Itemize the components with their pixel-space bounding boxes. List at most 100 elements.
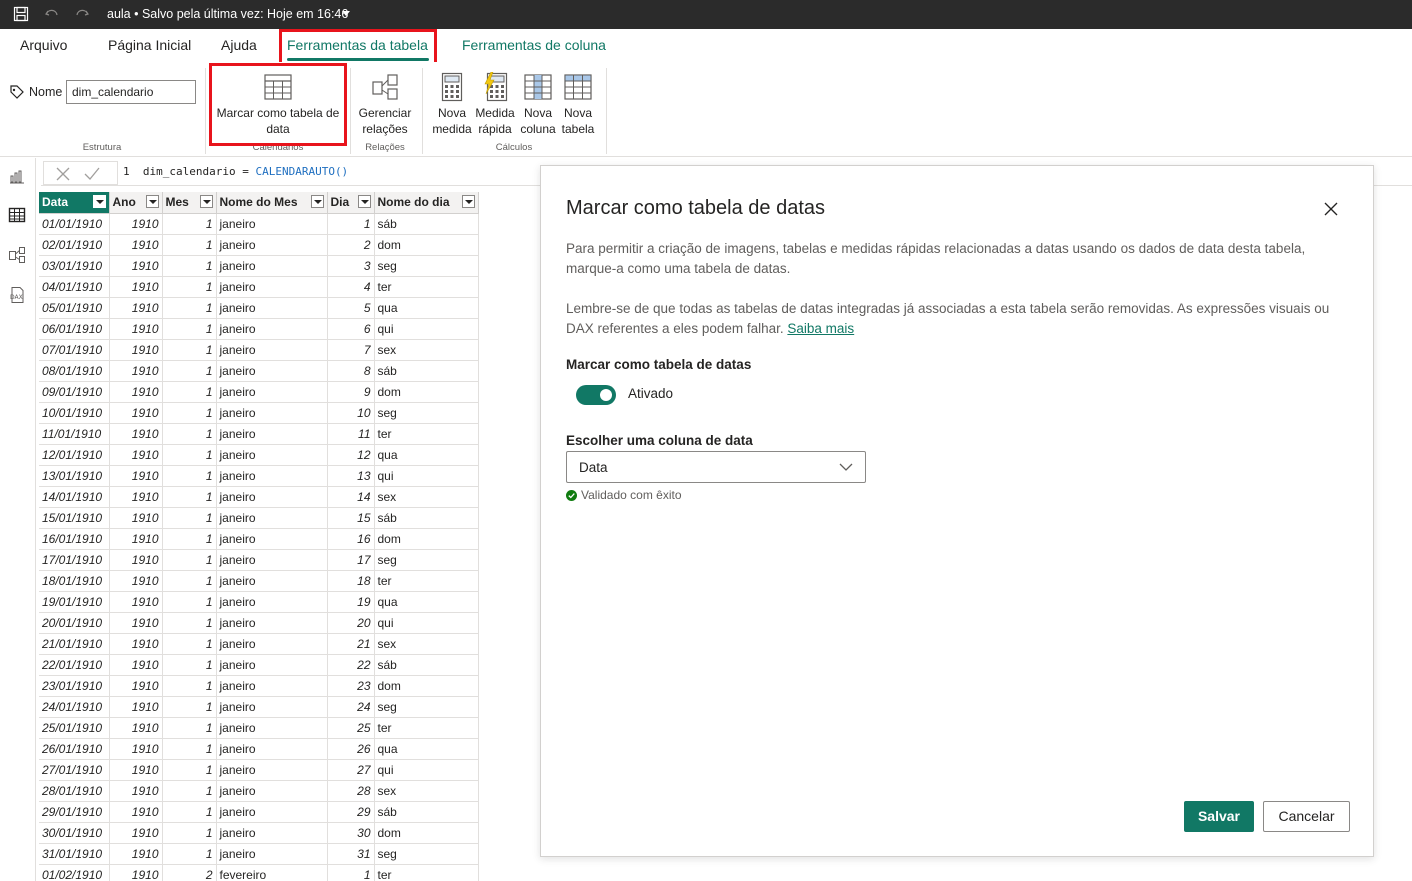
table-cell[interactable]: 1910: [109, 591, 163, 613]
model-view-icon[interactable]: [8, 246, 26, 264]
table-cell[interactable]: janeiro: [216, 570, 328, 592]
table-cell[interactable]: 1910: [109, 759, 163, 781]
table-cell[interactable]: 1: [162, 822, 217, 844]
table-cell[interactable]: 1: [162, 654, 217, 676]
table-cell[interactable]: 19/01/1910: [39, 591, 110, 613]
table-cell[interactable]: sáb: [374, 360, 479, 382]
manage-relationships-button[interactable]: Gerenciar relações: [355, 72, 415, 137]
date-column-select[interactable]: Data: [566, 451, 866, 483]
filter-dropdown-icon[interactable]: [199, 195, 213, 208]
table-cell[interactable]: 27: [327, 759, 375, 781]
table-cell[interactable]: 3: [327, 255, 375, 277]
table-cell[interactable]: 1: [162, 801, 217, 823]
table-cell[interactable]: 1: [162, 465, 217, 487]
table-cell[interactable]: 9: [327, 381, 375, 403]
table-cell[interactable]: 2: [327, 234, 375, 256]
table-cell[interactable]: 1: [162, 780, 217, 802]
table-cell[interactable]: 16/01/1910: [39, 528, 110, 550]
table-cell[interactable]: 20: [327, 612, 375, 634]
table-cell[interactable]: 1: [162, 549, 217, 571]
mark-date-table-toggle[interactable]: [576, 385, 616, 405]
table-cell[interactable]: 17/01/1910: [39, 549, 110, 571]
table-cell[interactable]: qui: [374, 318, 479, 340]
table-cell[interactable]: janeiro: [216, 381, 328, 403]
table-cell[interactable]: janeiro: [216, 822, 328, 844]
filter-dropdown-icon[interactable]: [92, 195, 106, 208]
table-cell[interactable]: 1: [162, 717, 217, 739]
table-cell[interactable]: 03/01/1910: [39, 255, 110, 277]
column-header[interactable]: Nome do dia: [374, 192, 479, 214]
table-cell[interactable]: 24/01/1910: [39, 696, 110, 718]
table-cell[interactable]: 1910: [109, 255, 163, 277]
table-cell[interactable]: 30: [327, 822, 375, 844]
table-cell[interactable]: 12: [327, 444, 375, 466]
table-cell[interactable]: 1910: [109, 507, 163, 529]
table-cell[interactable]: 29/01/1910: [39, 801, 110, 823]
table-cell[interactable]: ter: [374, 423, 479, 445]
table-cell[interactable]: 19: [327, 591, 375, 613]
tab-pagina-inicial[interactable]: Página Inicial: [108, 37, 191, 53]
table-cell[interactable]: janeiro: [216, 549, 328, 571]
table-cell[interactable]: 1910: [109, 549, 163, 571]
filter-dropdown-icon[interactable]: [461, 195, 475, 208]
table-cell[interactable]: 27/01/1910: [39, 759, 110, 781]
table-cell[interactable]: 29: [327, 801, 375, 823]
table-cell[interactable]: 18: [327, 570, 375, 592]
commit-formula-icon[interactable]: [84, 167, 100, 181]
filter-dropdown-icon[interactable]: [357, 195, 371, 208]
table-cell[interactable]: 1: [162, 675, 217, 697]
dax-query-icon[interactable]: DAX: [8, 286, 26, 304]
table-cell[interactable]: 08/01/1910: [39, 360, 110, 382]
table-cell[interactable]: 11/01/1910: [39, 423, 110, 445]
column-header[interactable]: Nome do Mes: [216, 192, 328, 214]
table-cell[interactable]: 1910: [109, 360, 163, 382]
redo-icon[interactable]: [74, 6, 90, 22]
table-cell[interactable]: janeiro: [216, 318, 328, 340]
table-cell[interactable]: qui: [374, 465, 479, 487]
title-dropdown-icon[interactable]: [342, 11, 350, 16]
table-cell[interactable]: 12/01/1910: [39, 444, 110, 466]
table-cell[interactable]: 1910: [109, 780, 163, 802]
table-cell[interactable]: 1: [162, 528, 217, 550]
table-cell[interactable]: 1: [327, 864, 375, 881]
table-cell[interactable]: sex: [374, 339, 479, 361]
filter-dropdown-icon[interactable]: [145, 195, 159, 208]
table-cell[interactable]: 1910: [109, 696, 163, 718]
table-cell[interactable]: janeiro: [216, 780, 328, 802]
table-cell[interactable]: 15/01/1910: [39, 507, 110, 529]
table-cell[interactable]: 1: [162, 696, 217, 718]
table-cell[interactable]: janeiro: [216, 255, 328, 277]
table-cell[interactable]: 07/01/1910: [39, 339, 110, 361]
table-cell[interactable]: 1: [162, 255, 217, 277]
table-cell[interactable]: 13: [327, 465, 375, 487]
column-header[interactable]: Dia: [327, 192, 375, 214]
table-cell[interactable]: 1910: [109, 276, 163, 298]
table-cell[interactable]: dom: [374, 528, 479, 550]
table-cell[interactable]: ter: [374, 276, 479, 298]
table-cell[interactable]: janeiro: [216, 465, 328, 487]
table-cell[interactable]: 1: [162, 402, 217, 424]
table-cell[interactable]: janeiro: [216, 276, 328, 298]
table-cell[interactable]: 21: [327, 633, 375, 655]
table-cell[interactable]: 1: [162, 213, 217, 235]
table-cell[interactable]: 1: [162, 339, 217, 361]
table-name-input[interactable]: dim_calendario: [66, 80, 196, 104]
table-cell[interactable]: 1910: [109, 402, 163, 424]
new-table-button[interactable]: Nova tabela: [558, 72, 598, 137]
table-cell[interactable]: 14/01/1910: [39, 486, 110, 508]
mark-as-date-table-button[interactable]: Marcar como tabela de data: [213, 72, 343, 137]
table-cell[interactable]: janeiro: [216, 759, 328, 781]
table-cell[interactable]: janeiro: [216, 444, 328, 466]
close-icon[interactable]: [1324, 202, 1338, 216]
table-cell[interactable]: sex: [374, 633, 479, 655]
table-cell[interactable]: janeiro: [216, 654, 328, 676]
table-cell[interactable]: 30/01/1910: [39, 822, 110, 844]
table-cell[interactable]: dom: [374, 234, 479, 256]
table-cell[interactable]: 06/01/1910: [39, 318, 110, 340]
table-cell[interactable]: 31/01/1910: [39, 843, 110, 865]
table-cell[interactable]: qua: [374, 297, 479, 319]
table-cell[interactable]: 11: [327, 423, 375, 445]
table-cell[interactable]: fevereiro: [216, 864, 328, 881]
table-cell[interactable]: 1910: [109, 213, 163, 235]
table-cell[interactable]: 25: [327, 717, 375, 739]
